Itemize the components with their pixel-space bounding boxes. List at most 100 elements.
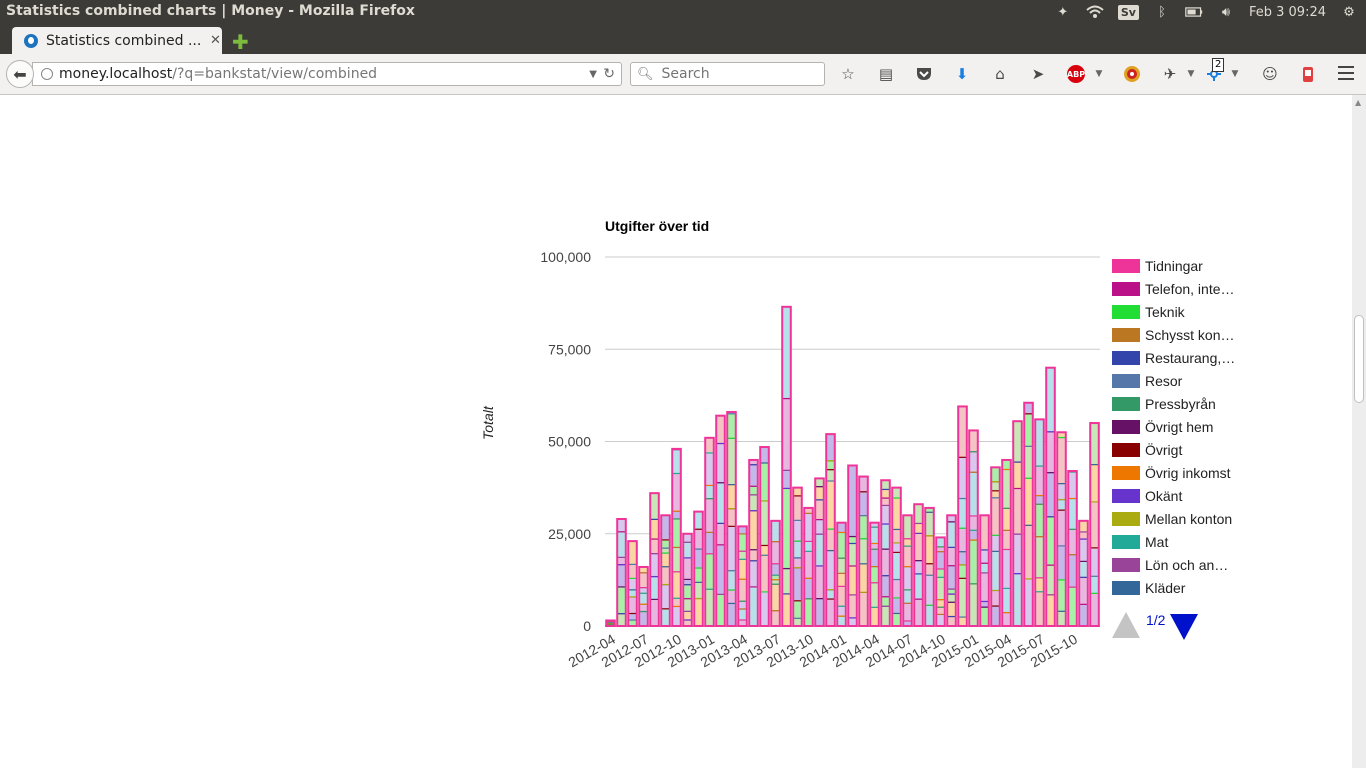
adblock-dropdown-icon[interactable]: ▼	[1092, 62, 1106, 86]
bluetooth-icon[interactable]: ᛒ	[1153, 3, 1171, 21]
bar-segment	[825, 598, 836, 627]
bar-segment	[847, 464, 858, 538]
bar-segment	[770, 541, 781, 565]
chat-bubble-icon[interactable]: ☺︎	[1258, 62, 1282, 86]
clipboard-extension-icon[interactable]	[1296, 62, 1320, 86]
legend-pager: 1/2	[1112, 610, 1232, 646]
legend-item[interactable]: Resor	[1112, 369, 1262, 392]
bar-segment	[1078, 538, 1089, 562]
bar-segment	[638, 587, 649, 594]
bar-segment	[957, 527, 968, 553]
y-axis-label: Totalt	[480, 406, 496, 440]
bar-segment	[748, 586, 759, 627]
reader-list-icon[interactable]: ▤	[874, 62, 898, 86]
scroll-up-arrow-icon[interactable]: ▲	[1355, 98, 1361, 107]
search-box[interactable]: 🔍︎	[630, 62, 825, 86]
legend-item[interactable]: Okänt	[1112, 484, 1262, 507]
bar-segment	[957, 564, 968, 579]
send-icon[interactable]: ➤	[1026, 62, 1050, 86]
legend-label: Övrig inkomst	[1145, 464, 1231, 481]
network-dropdown-icon[interactable]: ▼	[1228, 62, 1242, 86]
bar-segment	[660, 552, 671, 568]
bar-segment	[913, 598, 924, 627]
pocket-icon[interactable]	[912, 62, 936, 86]
downloads-icon[interactable]: ⬇︎	[950, 62, 974, 86]
legend-item[interactable]: Schysst kon…	[1112, 323, 1262, 346]
url-bar[interactable]: money.localhost /?q=bankstat/view/combin…	[32, 62, 622, 86]
bug-extension-icon[interactable]: ✈︎	[1158, 62, 1182, 86]
bug-dropdown-icon[interactable]: ▼	[1184, 62, 1198, 86]
legend-item[interactable]: Kläder	[1112, 576, 1262, 599]
bar-segment	[836, 522, 847, 534]
bar-segment	[671, 597, 682, 608]
volume-icon[interactable]: 🔊︎	[1217, 3, 1235, 21]
keyboard-language-indicator[interactable]: Sv	[1117, 4, 1139, 20]
bar-segment	[990, 497, 1001, 536]
bar-segment	[737, 608, 748, 621]
legend-label: Restaurang,…	[1145, 349, 1236, 366]
bar-segment	[671, 518, 682, 549]
bar-segment	[869, 542, 880, 550]
bar-segment	[616, 556, 627, 566]
network-extension-icon[interactable]: 2	[1202, 58, 1226, 86]
legend-item[interactable]: Lön och an…	[1112, 553, 1262, 576]
extension-circle-icon[interactable]	[1120, 62, 1144, 86]
bar-segment	[902, 602, 913, 622]
dropbox-icon[interactable]: ✦	[1054, 3, 1072, 21]
bar-segment	[968, 515, 979, 531]
bar-segment	[1078, 531, 1089, 540]
settings-gear-icon[interactable]: ⚙︎	[1340, 3, 1358, 21]
bar-segment	[847, 542, 858, 567]
bar-segment	[1001, 468, 1012, 509]
close-tab-icon[interactable]: ✕	[210, 33, 221, 48]
bookmark-star-icon[interactable]: ☆	[836, 62, 860, 86]
bar-segment	[968, 471, 979, 517]
bar-segment	[671, 510, 682, 520]
bar-segment	[693, 528, 704, 550]
bar-segment	[715, 544, 726, 595]
scrollbar-thumb[interactable]	[1354, 315, 1364, 403]
bar-segment	[814, 598, 825, 627]
vertical-scrollbar[interactable]: ▲	[1352, 95, 1366, 768]
wifi-icon[interactable]	[1086, 3, 1104, 21]
legend-swatch	[1112, 419, 1140, 434]
legend-item[interactable]: Mellan konton	[1112, 507, 1262, 530]
tab-title: Statistics combined ...	[46, 32, 202, 49]
toolbar-icons: ☆ ▤ ⬇︎ ⌂ ➤ ABP ▼ ✈︎ ▼ 2 ▼ ☺︎	[836, 58, 1334, 86]
bar-segment	[880, 479, 891, 491]
search-input[interactable]	[659, 65, 814, 83]
legend-item[interactable]: Övrig inkomst	[1112, 461, 1262, 484]
reload-icon[interactable]: ↻	[603, 66, 615, 82]
legend-next-page-icon[interactable]	[1170, 614, 1198, 640]
legend-swatch	[1112, 511, 1140, 526]
tab-statistics[interactable]: Statistics combined ... ✕	[12, 27, 222, 54]
legend-item[interactable]: Restaurang,…	[1112, 346, 1262, 369]
legend-item[interactable]: Pressbyrån	[1112, 392, 1262, 415]
bar-segment	[660, 547, 671, 554]
url-host: money.localhost	[59, 66, 173, 82]
bar-segment	[671, 571, 682, 599]
bar-segment	[704, 452, 715, 487]
back-button[interactable]: ⬅︎	[6, 60, 34, 88]
bar-segment	[792, 557, 803, 569]
legend-item[interactable]: Mat	[1112, 530, 1262, 553]
legend-item[interactable]: Telefon, inte…	[1112, 277, 1262, 300]
legend-item[interactable]: Tidningar	[1112, 254, 1262, 277]
clock[interactable]: Feb 3 09:24	[1249, 5, 1326, 20]
bar-segment	[1034, 503, 1045, 538]
home-icon[interactable]: ⌂	[988, 62, 1012, 86]
adblock-icon[interactable]: ABP	[1064, 62, 1088, 86]
bar-segment	[836, 605, 847, 617]
legend-item[interactable]: Övrigt	[1112, 438, 1262, 461]
bar-segment	[891, 612, 902, 627]
bar-segment	[616, 586, 627, 615]
new-tab-plus-icon[interactable]: ✚	[232, 30, 249, 54]
legend-item[interactable]: Teknik	[1112, 300, 1262, 323]
legend-item[interactable]: Övrigt hem	[1112, 415, 1262, 438]
url-history-dropdown-icon[interactable]: ▼	[589, 69, 597, 80]
battery-icon[interactable]	[1185, 3, 1203, 21]
bar-segment	[616, 564, 627, 588]
hamburger-menu-icon[interactable]	[1338, 66, 1354, 84]
bar-segment	[1034, 418, 1045, 467]
bar-segment	[792, 519, 803, 542]
